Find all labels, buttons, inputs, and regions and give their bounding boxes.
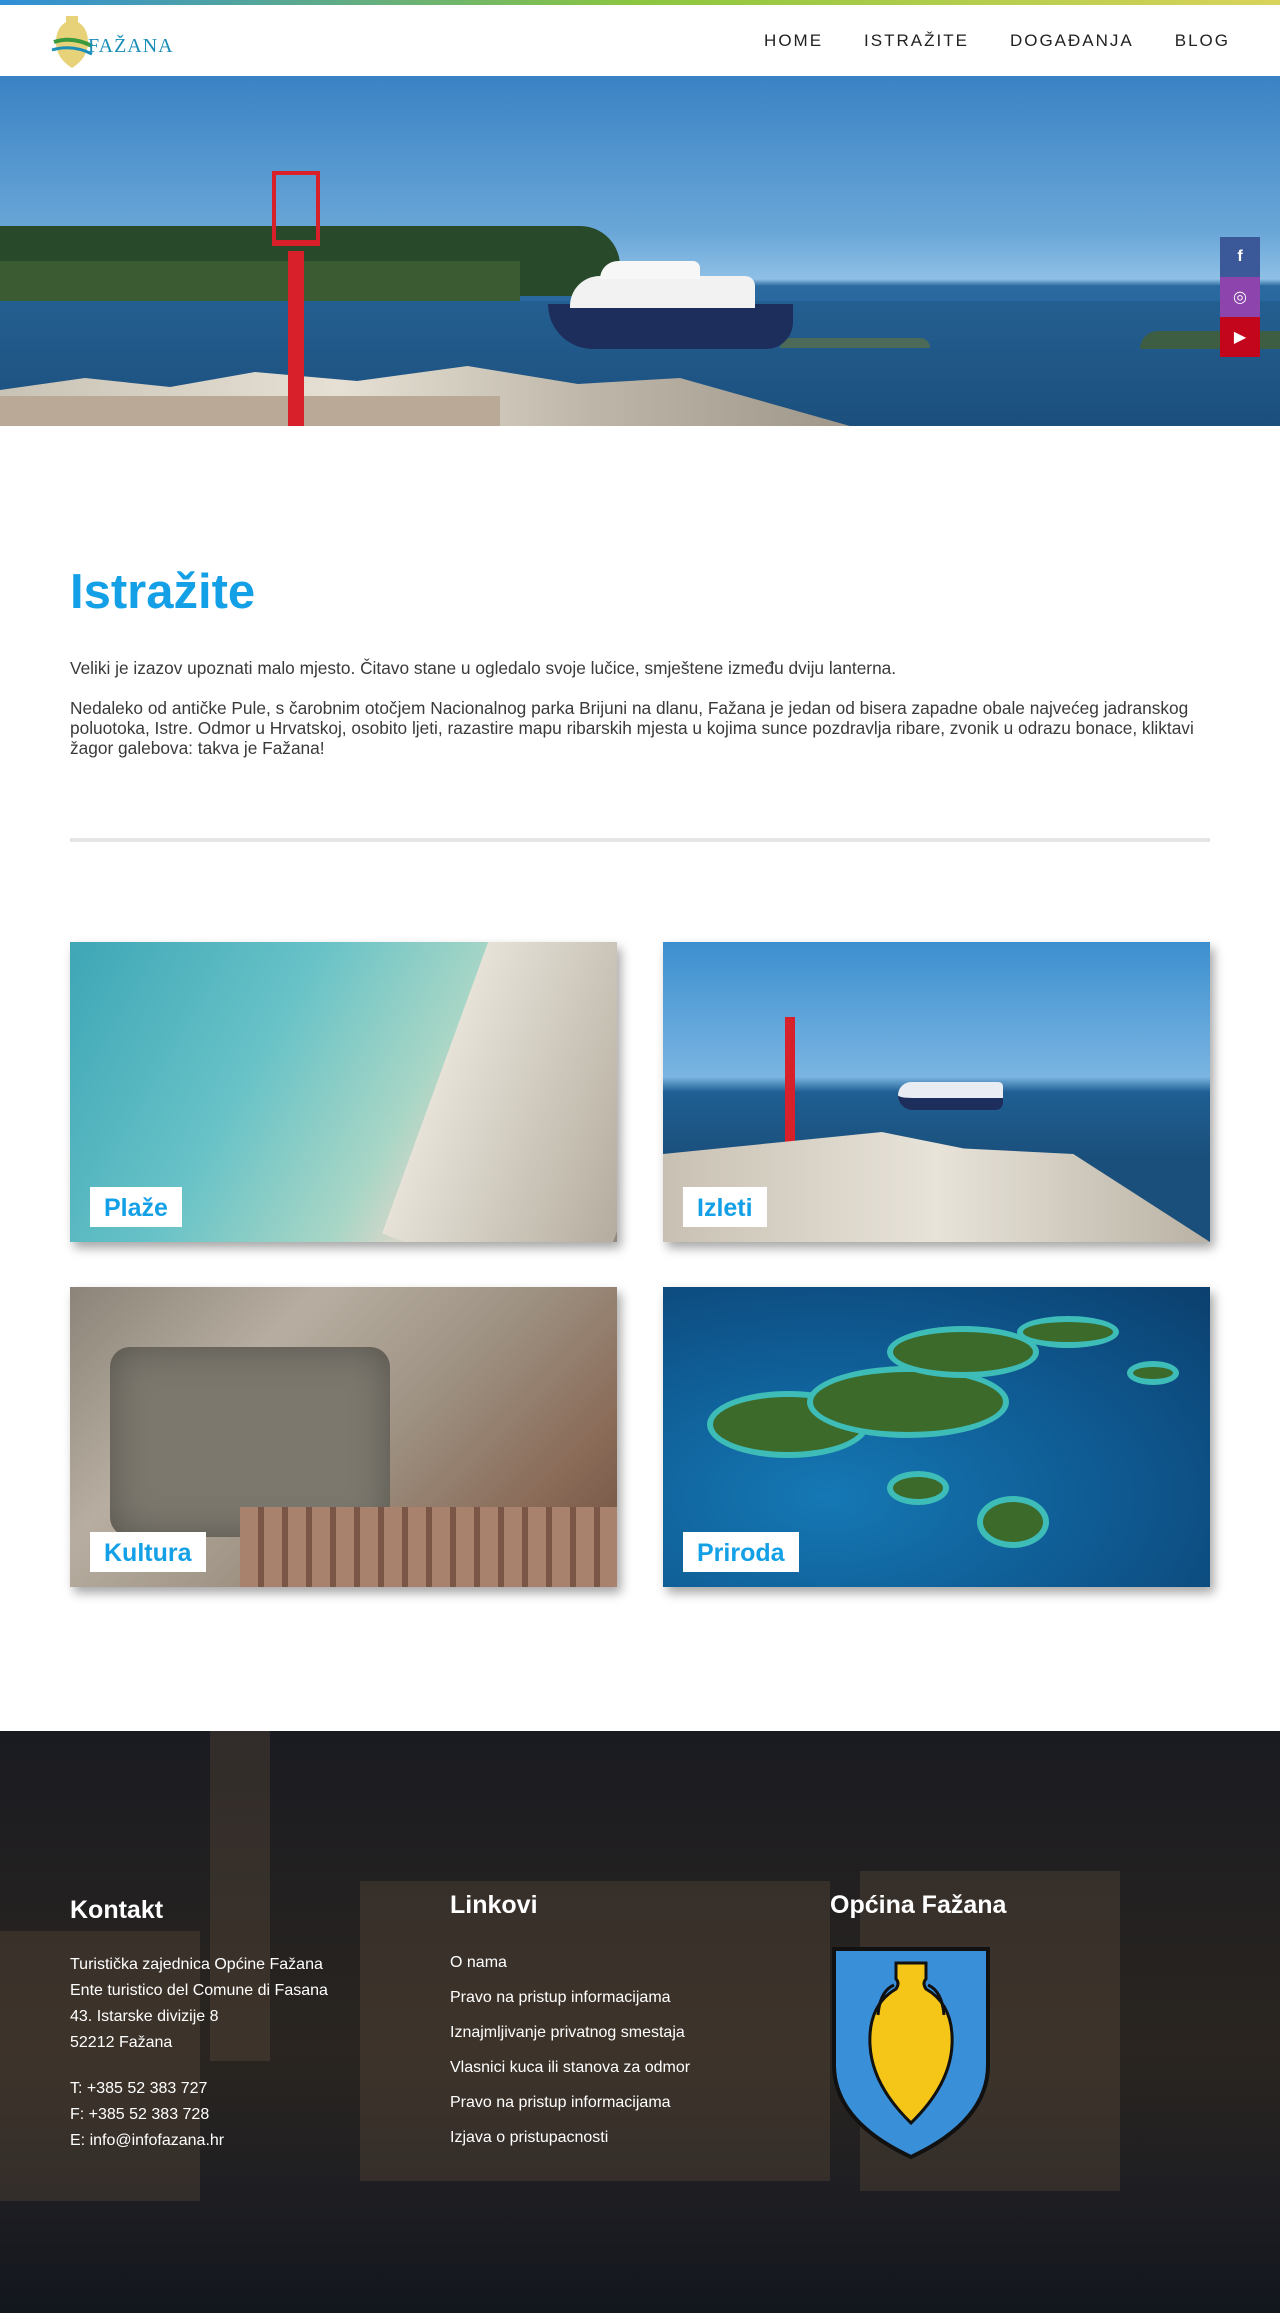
contact-org2: Ente turistico del Comune di Fasana [70, 1982, 328, 1999]
contact-fax: F: +385 52 383 728 [70, 2106, 210, 2123]
contact-email[interactable]: E: info@infofazana.hr [70, 2128, 450, 2154]
card-kultura[interactable]: Kultura [70, 1287, 617, 1587]
site-footer: Kontakt Turistička zajednica Općine Faža… [0, 1731, 1280, 2313]
nav-dogadanja[interactable]: DOGAĐANJA [1010, 31, 1134, 51]
footer-link-vlasnici[interactable]: Vlasnici kuca ili stanova za odmor [450, 2050, 830, 2085]
contact-title: Kontakt [70, 1896, 164, 1924]
nav-blog[interactable]: BLOG [1175, 31, 1230, 51]
nav-istrazite[interactable]: ISTRAŽITE [864, 31, 969, 51]
logo-text: FAŽANA [88, 35, 174, 57]
page-title: Istražite [70, 565, 256, 619]
card-label: Kultura [90, 1532, 206, 1572]
card-label: Plaže [90, 1187, 182, 1227]
category-cards: Plaže Izleti Kultura Priroda [0, 842, 1280, 1587]
municipality-title: Općina Fažana [830, 1891, 1007, 1919]
hero-lighthouse [272, 171, 320, 426]
footer-link-pravo-na-pristup-2[interactable]: Pravo na pristup informacijama [450, 2085, 830, 2120]
hero-image [0, 76, 1280, 426]
contact-street: 43. Istarske divizije 8 [70, 2008, 219, 2025]
intro-paragraph-2: Nedaleko od antičke Pule, s čarobnim oto… [70, 698, 1194, 758]
links-title: Linkovi [450, 1891, 538, 1919]
hero-boat [548, 304, 793, 349]
card-priroda[interactable]: Priroda [663, 1287, 1210, 1587]
contact-city: 52212 Fažana [70, 2034, 173, 2051]
nav-home[interactable]: HOME [764, 31, 823, 51]
coat-of-arms-icon[interactable] [830, 1945, 992, 2161]
instagram-icon[interactable]: ◎ [1220, 277, 1260, 317]
main-nav: HOME ISTRAŽITE DOGAĐANJA BLOG [764, 31, 1230, 51]
footer-link-izjava[interactable]: Izjava o pristupacnosti [450, 2120, 830, 2155]
contact-org1: Turistička zajednica Općine Fažana [70, 1956, 323, 1973]
youtube-icon[interactable]: ▶ [1220, 317, 1260, 357]
footer-municipality: Općina Fažana [830, 1891, 1210, 2166]
facebook-icon[interactable]: f [1220, 237, 1260, 277]
card-plaze[interactable]: Plaže [70, 942, 617, 1242]
intro-section: Istražite Veliki je izazov upoznati malo… [0, 426, 1280, 758]
footer-link-iznajmljivanje[interactable]: Iznajmljivanje privatnog smestaja [450, 2015, 830, 2050]
card-izleti[interactable]: Izleti [663, 942, 1210, 1242]
card-label: Priroda [683, 1532, 799, 1572]
card-label: Izleti [683, 1187, 767, 1227]
logo[interactable]: FAŽANA [50, 11, 174, 71]
footer-link-o-nama[interactable]: O nama [450, 1945, 830, 1980]
contact-phone: T: +385 52 383 727 [70, 2080, 208, 2097]
footer-contact: Kontakt Turistička zajednica Općine Faža… [70, 1891, 450, 2166]
footer-links: Linkovi O nama Pravo na pristup informac… [450, 1891, 830, 2166]
footer-link-pravo-na-pristup[interactable]: Pravo na pristup informacijama [450, 1980, 830, 2015]
social-bar: f ◎ ▶ [1220, 237, 1260, 357]
intro-paragraph-1: Veliki je izazov upoznati malo mjesto. Č… [70, 658, 897, 678]
site-header: FAŽANA HOME ISTRAŽITE DOGAĐANJA BLOG [0, 5, 1280, 76]
